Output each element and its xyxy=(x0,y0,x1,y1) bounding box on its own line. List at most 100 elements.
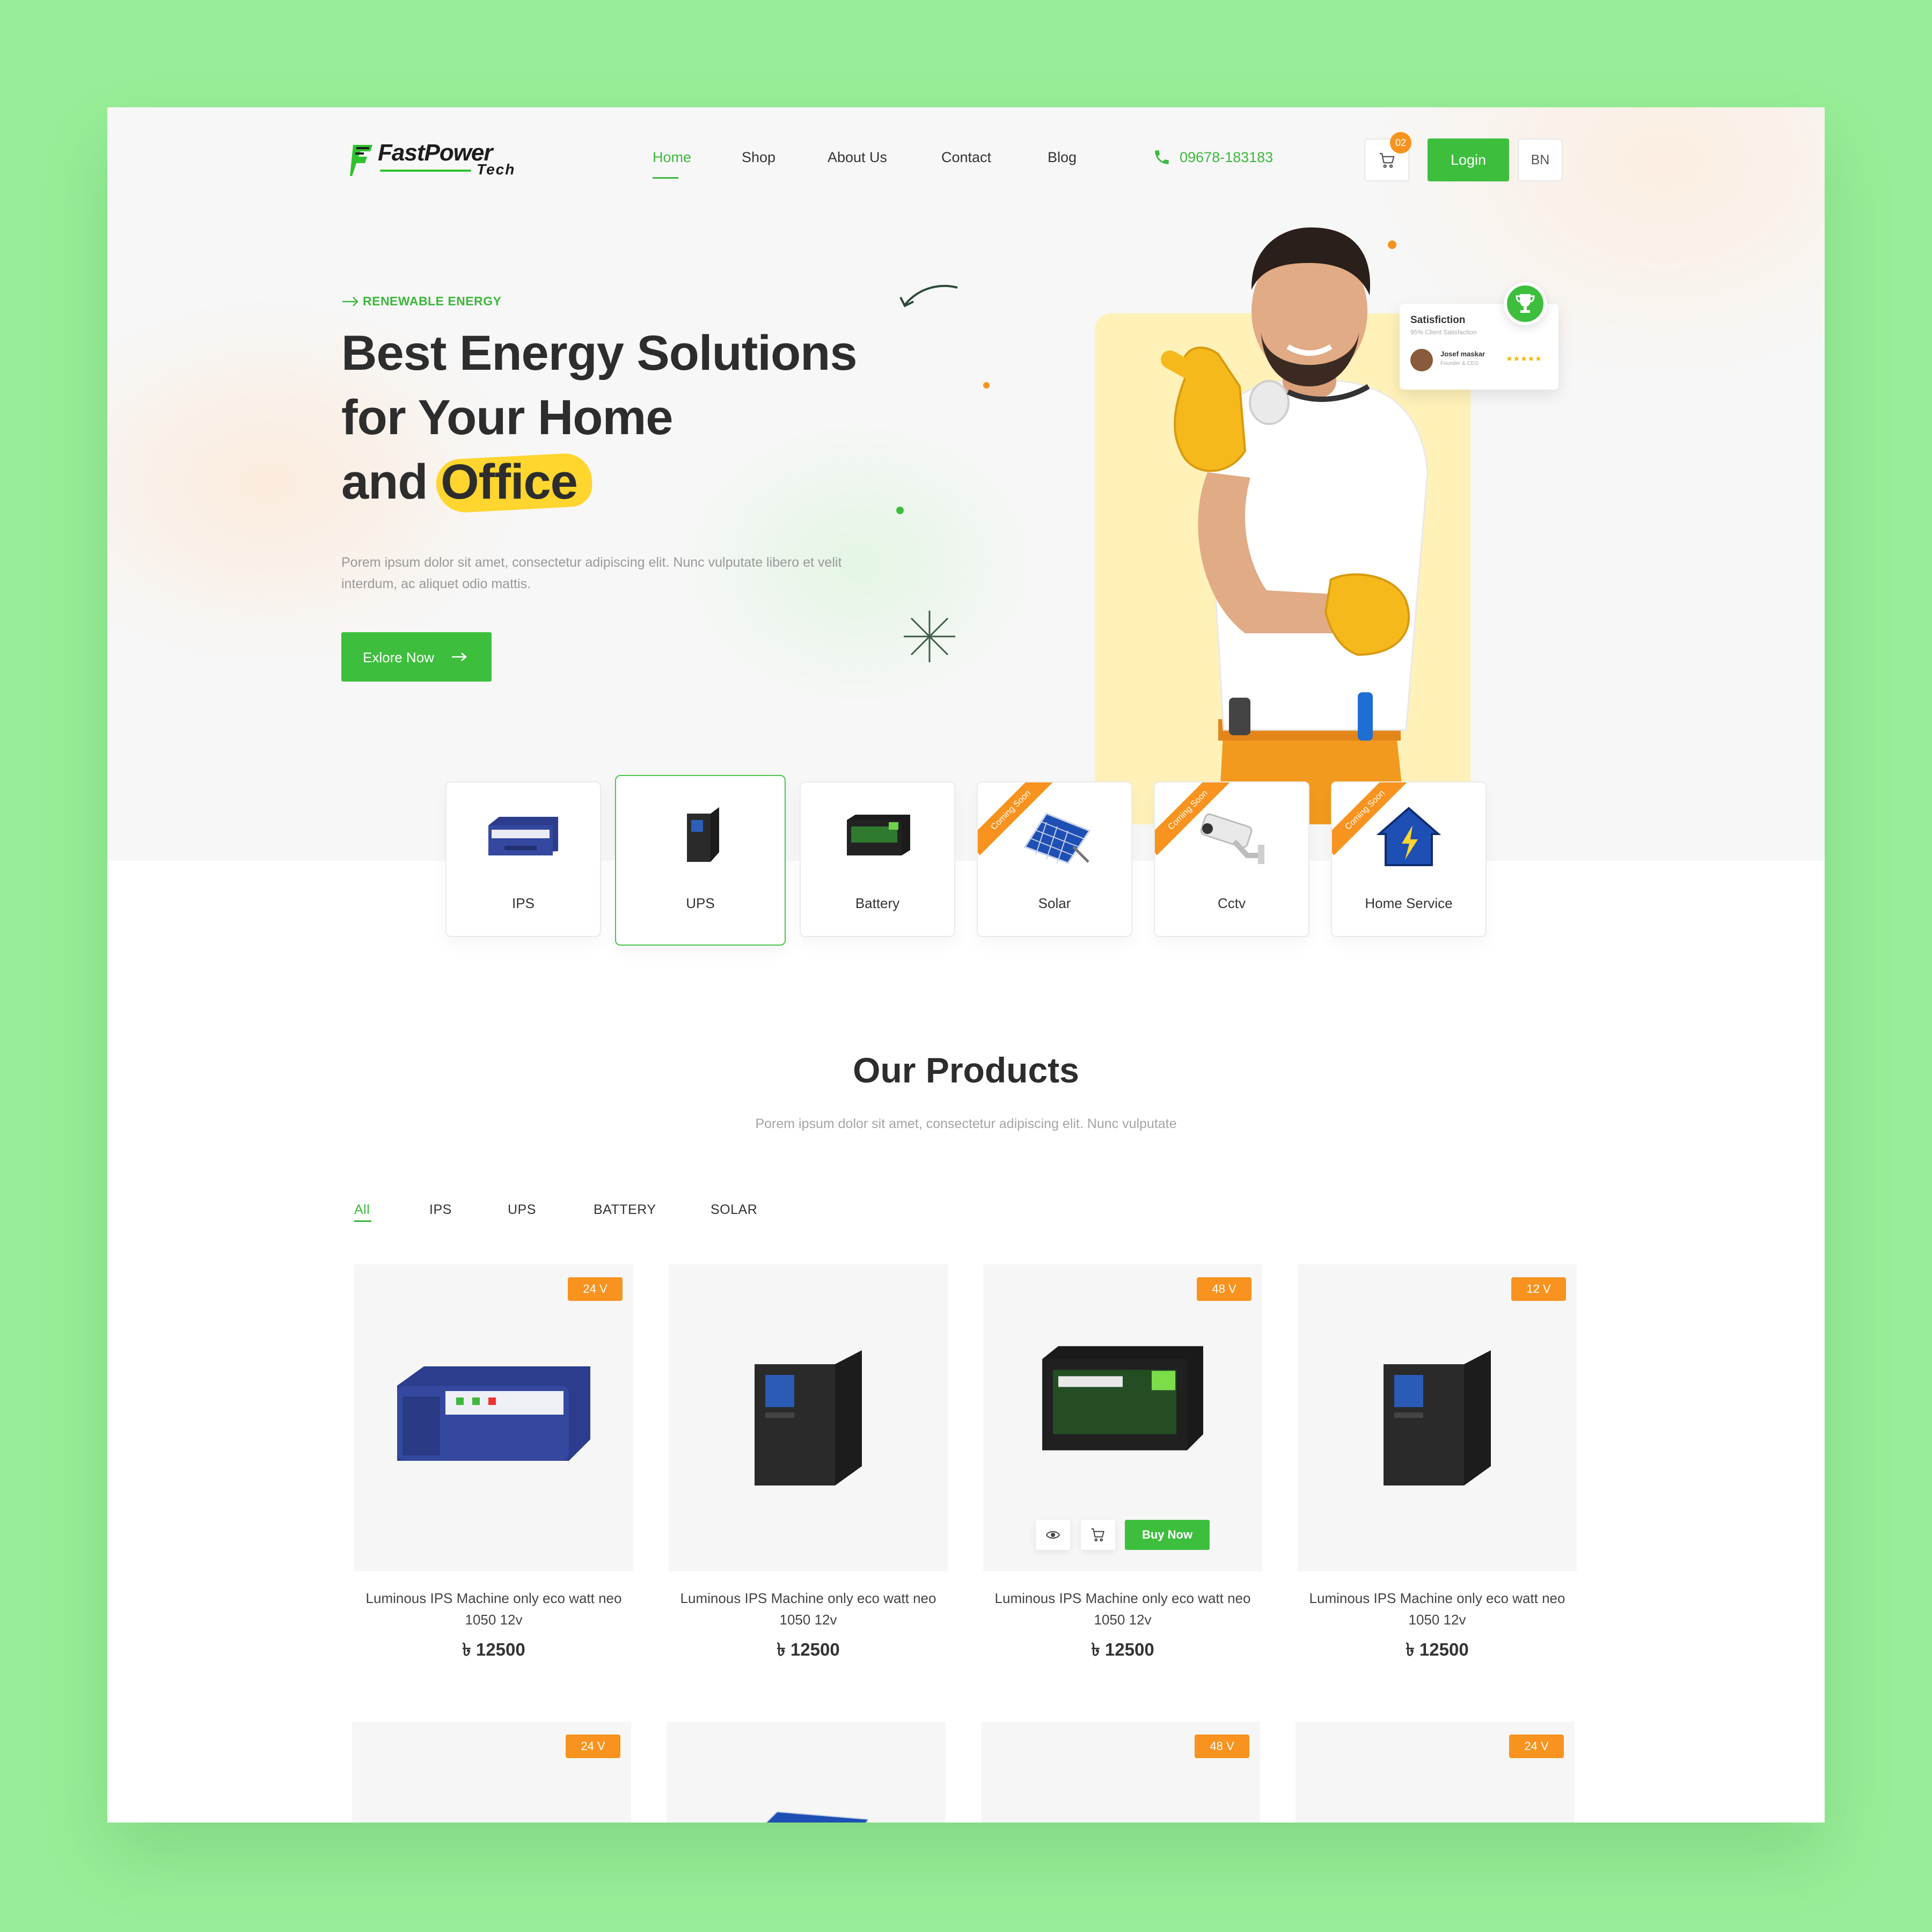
battery-product-image xyxy=(1042,1346,1203,1451)
ups-product-image xyxy=(755,1350,862,1485)
category-card-battery[interactable]: Battery xyxy=(800,781,955,937)
nav-active-underline xyxy=(653,177,678,179)
logo-name: FastPower xyxy=(378,140,493,166)
product-image-area: 12 V xyxy=(1298,1264,1577,1571)
ips-icon xyxy=(488,817,558,855)
eyebrow-arrow-icon xyxy=(342,297,358,306)
eye-icon xyxy=(1045,1531,1060,1539)
curved-arrow-decoration xyxy=(899,284,958,308)
satisfaction-title: Satisfiction xyxy=(1410,314,1466,326)
product-card[interactable]: 48 V Buy Now Luminous IPS Machine only e… xyxy=(983,1264,1262,1672)
logo-sub: Tech xyxy=(477,161,516,178)
product-card[interactable]: 12 V Luminous IPS Machine only eco watt … xyxy=(1298,1264,1577,1672)
hero-eyebrow: RENEWABLE ENERGY xyxy=(363,294,502,308)
explore-now-button[interactable]: Exlore Now xyxy=(341,632,492,682)
category-label: Home Service xyxy=(1365,895,1453,911)
product-image-area: 24 V xyxy=(1296,1722,1575,1823)
ups-product-image xyxy=(1384,1350,1491,1485)
category-label: Solar xyxy=(1038,895,1071,911)
nav-about[interactable]: About Us xyxy=(828,149,887,166)
login-button[interactable]: Login xyxy=(1428,138,1509,181)
home-service-icon xyxy=(1376,807,1441,866)
category-card-cctv[interactable]: Coming Soon Cctv xyxy=(1154,781,1309,937)
trophy-icon xyxy=(1516,294,1535,313)
product-price: ৳ 12500 xyxy=(462,1640,525,1659)
filter-ips[interactable]: IPS xyxy=(429,1202,452,1218)
product-price: ৳ 12500 xyxy=(1406,1640,1469,1659)
cart-icon xyxy=(1091,1528,1104,1542)
product-price: ৳ 12500 xyxy=(777,1640,840,1659)
language-toggle[interactable]: BN xyxy=(1518,138,1563,181)
hero-title: Best Energy Solutions for Your Home and … xyxy=(341,321,857,514)
product-card[interactable]: 24 V xyxy=(1296,1722,1575,1823)
nav-contact[interactable]: Contact xyxy=(941,149,991,166)
add-to-cart-button[interactable] xyxy=(1081,1520,1115,1550)
product-card[interactable]: Luminous IPS Machine only eco watt neo 1… xyxy=(669,1264,948,1672)
voltage-badge: 24 V xyxy=(1509,1735,1564,1758)
cart-count-badge: 02 xyxy=(1390,132,1411,153)
solar-icon xyxy=(1023,813,1091,864)
cctv-icon xyxy=(1200,813,1264,864)
solar-product-image xyxy=(765,1811,868,1823)
product-title[interactable]: Luminous IPS Machine only eco watt neo 1… xyxy=(669,1587,948,1630)
filter-all[interactable]: All xyxy=(354,1202,370,1218)
category-card-home-service[interactable]: Coming Soon Home Service xyxy=(1331,781,1487,937)
cart-icon xyxy=(1379,153,1395,168)
category-label: Cctv xyxy=(1218,895,1246,911)
reviewer-avatar xyxy=(1410,349,1433,371)
hero-title-highlight-text: Office xyxy=(441,455,578,509)
battery-icon xyxy=(847,815,910,855)
hero-title-line-3: and Office xyxy=(341,450,857,514)
rating-stars: ★★★★★ xyxy=(1506,354,1542,363)
quick-view-button[interactable] xyxy=(1036,1520,1070,1550)
hero-title-line-2: for Your Home xyxy=(341,390,673,445)
logo[interactable]: FastPower Tech xyxy=(348,140,525,179)
logo-bolt-icon xyxy=(350,145,372,176)
hero-title-prefix: and xyxy=(341,455,441,509)
dot-decoration xyxy=(896,507,904,514)
trophy-badge xyxy=(1504,282,1547,325)
hero-title-highlight: Office xyxy=(435,450,594,514)
hero-description: Porem ipsum dolor sit amet, consectetur … xyxy=(341,555,842,591)
product-image-area: 24 V xyxy=(352,1722,631,1823)
category-card-ips[interactable]: IPS xyxy=(445,781,601,937)
filter-battery[interactable]: BATTERY xyxy=(594,1202,656,1218)
ips-product-image xyxy=(397,1366,590,1461)
page-frame: FastPower Tech Home Shop About Us Contac… xyxy=(107,107,1825,1823)
product-title[interactable]: Luminous IPS Machine only eco watt neo 1… xyxy=(354,1587,633,1630)
filter-solar[interactable]: SOLAR xyxy=(711,1202,757,1218)
arrow-right-icon xyxy=(452,653,467,661)
filter-ups[interactable]: UPS xyxy=(508,1202,536,1218)
product-image-area xyxy=(667,1722,946,1823)
category-label: IPS xyxy=(512,895,535,911)
category-card-ups[interactable]: UPS xyxy=(615,775,786,946)
satisfaction-subtitle: 95% Client Satisfaction xyxy=(1410,328,1477,336)
reviewer-name: Josef maskar xyxy=(1440,350,1485,358)
product-card[interactable]: 24 V xyxy=(352,1722,631,1823)
product-image-area: 48 V Buy Now xyxy=(983,1264,1262,1571)
product-price: ৳ 12500 xyxy=(1091,1640,1154,1659)
products-title: Our Products xyxy=(853,1050,1079,1090)
category-label: Battery xyxy=(855,895,900,911)
product-title[interactable]: Luminous IPS Machine only eco watt neo 1… xyxy=(983,1587,1262,1630)
product-image-area xyxy=(669,1264,948,1571)
voltage-badge: 24 V xyxy=(566,1735,620,1758)
logo-underline xyxy=(380,170,471,172)
nav-shop[interactable]: Shop xyxy=(742,149,775,166)
nav-home[interactable]: Home xyxy=(653,149,691,166)
voltage-badge: 24 V xyxy=(568,1277,623,1301)
nav-blog[interactable]: Blog xyxy=(1048,149,1077,166)
product-image-area: 48 V xyxy=(981,1722,1260,1823)
buy-now-button[interactable]: Buy Now xyxy=(1125,1520,1210,1550)
voltage-badge: 48 V xyxy=(1197,1277,1252,1301)
product-card[interactable] xyxy=(667,1722,946,1823)
product-hover-actions: Buy Now xyxy=(1036,1520,1213,1550)
explore-now-label: Exlore Now xyxy=(363,649,434,665)
product-card[interactable]: 24 V Luminous IPS Machine only eco watt … xyxy=(354,1264,633,1672)
products-subtitle: Porem ipsum dolor sit amet, consectetur … xyxy=(755,1116,1177,1131)
phone-number[interactable]: 09678-183183 xyxy=(1180,149,1273,166)
ups-icon xyxy=(687,807,719,862)
product-card[interactable]: 48 V xyxy=(981,1722,1260,1823)
product-title[interactable]: Luminous IPS Machine only eco watt neo 1… xyxy=(1298,1587,1577,1630)
category-card-solar[interactable]: Coming Soon Solar xyxy=(977,781,1132,937)
